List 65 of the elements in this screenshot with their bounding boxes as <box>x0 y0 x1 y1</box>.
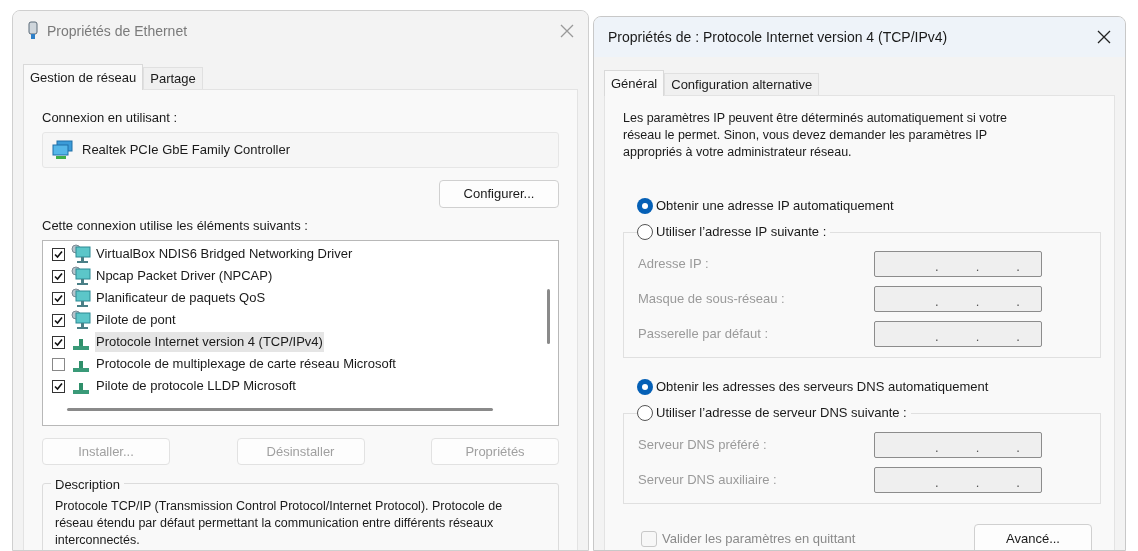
field-label: Serveur DNS auxiliaire : <box>638 471 778 490</box>
checkbox[interactable] <box>52 313 65 327</box>
checkbox[interactable] <box>52 269 65 283</box>
octet-separator: . <box>975 477 980 489</box>
service-icon <box>71 266 91 286</box>
section-label: Connexion en utilisant : <box>42 109 179 126</box>
adapter-name: Realtek PCIe GbE Family Controller <box>82 141 291 160</box>
octet-separator: . <box>1016 296 1020 308</box>
octet-separator: . <box>935 442 939 454</box>
list-item[interactable]: Pilote de pont <box>95 310 177 330</box>
octet-separator: . <box>975 442 980 454</box>
list-item[interactable]: VirtualBox NDIS6 Bridged Networking Driver <box>95 244 354 264</box>
checkbox-label: Valider les paramètres en quittant <box>662 530 856 549</box>
radio-label: Utiliser l’adresse IP suivante : <box>656 223 827 242</box>
ethernet-plug-icon <box>27 21 39 41</box>
radio-button[interactable] <box>637 405 653 421</box>
field-label: Serveur DNS préféré : <box>638 436 768 455</box>
list-item[interactable]: Pilote de protocole LLDP Microsoft <box>95 376 297 396</box>
tab[interactable]: Partage <box>143 67 203 89</box>
intro-text: Les paramètres IP peuvent être déterminés automatiquement si votre réseau le permet. Sinon, vous devez demander les paramètres IP appropriés à votre administrateur réseau. <box>623 110 1008 161</box>
service-icon <box>71 244 91 264</box>
checkbox[interactable] <box>52 291 65 305</box>
checkbox[interactable] <box>52 357 65 371</box>
list-item[interactable]: Planificateur de paquets QoS <box>95 288 267 308</box>
list-item[interactable]: Npcap Packet Driver (NPCAP) <box>95 266 274 286</box>
octet-separator: . <box>935 331 939 343</box>
octet-separator: . <box>1016 442 1020 454</box>
checkbox[interactable] <box>52 335 65 349</box>
octet-separator: . <box>975 296 980 308</box>
service-icon <box>71 310 91 330</box>
radio-label: Obtenir les adresses des serveurs DNS automatiquement <box>656 378 989 397</box>
service-icon <box>71 288 91 308</box>
checkbox[interactable] <box>52 379 65 393</box>
octet-separator: . <box>1016 477 1020 489</box>
radio-button[interactable] <box>637 198 653 214</box>
radio-label: Utiliser l’adresse de serveur DNS suivante : <box>656 404 907 423</box>
octet-separator: . <box>935 477 939 489</box>
close-icon[interactable] <box>1097 30 1111 44</box>
window-title: Propriétés de : Protocole Internet version 4 (TCP/IPv4) <box>608 27 949 47</box>
section-label: Cette connexion utilise les éléments suivants : <box>42 217 309 234</box>
configure-button[interactable]: Configurer... <box>439 180 559 208</box>
tab[interactable]: Général <box>604 70 665 96</box>
octet-separator: . <box>935 261 939 273</box>
checkbox[interactable] <box>52 247 65 261</box>
network-adapter-icon <box>52 140 74 160</box>
field-label: Adresse IP : <box>638 255 710 274</box>
scrollbar-thumb[interactable] <box>67 408 493 411</box>
octet-separator: . <box>1016 331 1020 343</box>
octet-separator: . <box>935 296 939 308</box>
radio-button[interactable] <box>637 379 653 395</box>
radio-button[interactable] <box>637 224 653 240</box>
radio-label: Obtenir une adresse IP automatiquement <box>656 197 894 216</box>
field-label: Passerelle par défaut : <box>638 325 770 344</box>
octet-separator: . <box>975 261 980 273</box>
tab[interactable]: Configuration alternative <box>664 73 820 95</box>
tab[interactable]: Gestion de réseau <box>23 64 144 90</box>
octet-separator: . <box>1016 261 1020 273</box>
list-item[interactable]: Protocole Internet version 4 (TCP/IPv4) <box>95 332 324 352</box>
list-item[interactable]: Protocole de multiplexage de carte réseau Microsoft <box>95 354 397 374</box>
field-label: Masque de sous-réseau : <box>638 290 786 309</box>
scrollbar-thumb[interactable] <box>547 289 550 344</box>
description-text: Protocole TCP/IP (Transmission Control Protocol/Internet Protocol). Protocole de réseau étendu par défaut permettant la communication entre différents réseaux interconnectés. <box>55 498 504 549</box>
window-title: Propriétés de Ethernet <box>47 21 189 41</box>
advanced-button[interactable]: Avancé... <box>974 524 1092 550</box>
octet-separator: . <box>975 331 980 343</box>
